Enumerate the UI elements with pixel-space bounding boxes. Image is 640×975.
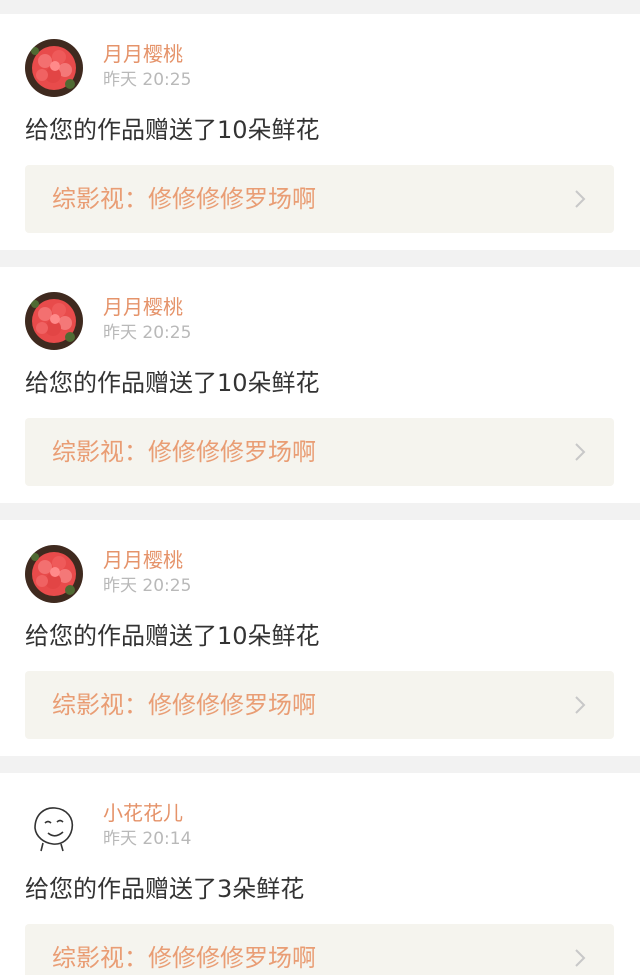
cartoon-face-avatar-icon — [25, 798, 83, 856]
chevron-right-icon — [575, 443, 586, 461]
user-name[interactable]: 小花花儿 — [103, 801, 183, 825]
notification-card: 月月樱桃 昨天 20:25 给您的作品赠送了10朵鲜花 综影视：修修修修罗场啊 — [0, 14, 640, 250]
user-avatar[interactable] — [25, 39, 83, 97]
work-link[interactable]: 综影视：修修修修罗场啊 — [25, 924, 614, 975]
red-flower-avatar-icon — [25, 39, 83, 97]
notification-card: 小花花儿 昨天 20:14 给您的作品赠送了3朵鲜花 综影视：修修修修罗场啊 — [0, 773, 640, 975]
timestamp: 昨天 20:14 — [103, 829, 192, 849]
gift-message: 给您的作品赠送了10朵鲜花 — [25, 369, 320, 397]
gift-message: 给您的作品赠送了10朵鲜花 — [25, 622, 320, 650]
timestamp: 昨天 20:25 — [103, 323, 192, 343]
user-avatar[interactable] — [25, 798, 83, 856]
work-title: 综影视：修修修修罗场啊 — [52, 438, 316, 466]
notification-card: 月月樱桃 昨天 20:25 给您的作品赠送了10朵鲜花 综影视：修修修修罗场啊 — [0, 267, 640, 503]
chevron-right-icon — [575, 949, 586, 967]
user-avatar[interactable] — [25, 292, 83, 350]
user-name[interactable]: 月月樱桃 — [103, 295, 183, 319]
work-link[interactable]: 综影视：修修修修罗场啊 — [25, 165, 614, 233]
user-name[interactable]: 月月樱桃 — [103, 42, 183, 66]
red-flower-avatar-icon — [25, 292, 83, 350]
work-title: 综影视：修修修修罗场啊 — [52, 691, 316, 719]
gift-message: 给您的作品赠送了3朵鲜花 — [25, 875, 305, 903]
notification-feed: 月月樱桃 昨天 20:25 给您的作品赠送了10朵鲜花 综影视：修修修修罗场啊 — [0, 0, 640, 975]
chevron-right-icon — [575, 190, 586, 208]
notification-card: 月月樱桃 昨天 20:25 给您的作品赠送了10朵鲜花 综影视：修修修修罗场啊 — [0, 520, 640, 756]
work-link[interactable]: 综影视：修修修修罗场啊 — [25, 418, 614, 486]
work-link[interactable]: 综影视：修修修修罗场啊 — [25, 671, 614, 739]
user-avatar[interactable] — [25, 545, 83, 603]
timestamp: 昨天 20:25 — [103, 576, 192, 596]
red-flower-avatar-icon — [25, 545, 83, 603]
timestamp: 昨天 20:25 — [103, 70, 192, 90]
work-title: 综影视：修修修修罗场啊 — [52, 944, 316, 972]
gift-message: 给您的作品赠送了10朵鲜花 — [25, 116, 320, 144]
work-title: 综影视：修修修修罗场啊 — [52, 185, 316, 213]
user-name[interactable]: 月月樱桃 — [103, 548, 183, 572]
chevron-right-icon — [575, 696, 586, 714]
